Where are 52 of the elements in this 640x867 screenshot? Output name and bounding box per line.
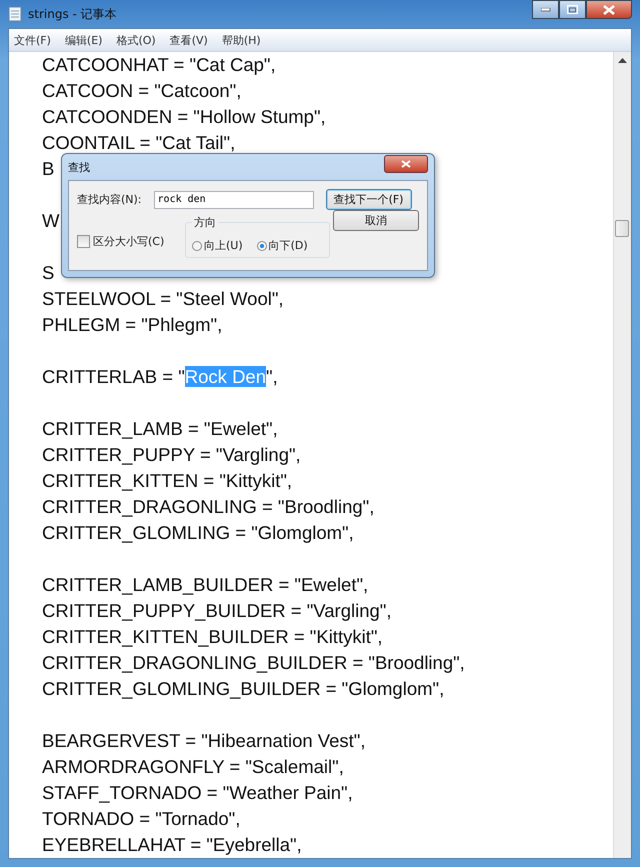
dialog-title: 查找	[68, 160, 90, 174]
close-button[interactable]	[586, 0, 632, 19]
text-line: CRITTER_DRAGONLING_BUILDER = "Broodling",	[42, 651, 465, 675]
text-line: CRITTER_LAMB_BUILDER = "Ewelet",	[42, 573, 368, 597]
text-line: STAFF_TORNADO = "Weather Pain",	[42, 781, 353, 805]
find-next-button[interactable]: 查找下一个(F)	[326, 189, 412, 210]
match-case-checkbox[interactable]: 区分大小写(C)	[77, 234, 185, 249]
scroll-up-icon[interactable]	[618, 58, 627, 63]
radio-button[interactable]: 向下(D)	[256, 238, 308, 253]
close-button[interactable]	[384, 155, 428, 173]
minimize-icon	[540, 8, 550, 12]
text-line: CATCOONDEN = "Hollow Stump",	[42, 105, 326, 129]
text-line: W	[42, 209, 60, 233]
text-line: PHLEGM = "Phlegm",	[42, 313, 222, 337]
text-line: CRITTER_PUPPY = "Vargling",	[42, 443, 301, 467]
minimize-button[interactable]	[532, 0, 559, 19]
window-title: strings - 记事本	[28, 6, 117, 22]
find-field[interactable]: rock den	[154, 190, 314, 208]
text-line: CRITTER_DRAGONLING = "Broodling",	[42, 495, 374, 519]
selected-text: Rock Den	[184, 366, 266, 387]
text-line: EYEBRELLAHAT = "Eyebrella",	[42, 833, 302, 857]
menu-item[interactable]: 查看(V)	[170, 32, 208, 48]
text-line: TORNADO = "Tornado",	[42, 807, 240, 831]
text-line: CATCOONHAT = "Cat Cap",	[42, 53, 276, 77]
close-icon	[401, 160, 411, 168]
text-line: CRITTER_LAMB = "Ewelet",	[42, 417, 278, 441]
scrollbar-thumb[interactable]	[615, 220, 629, 237]
close-icon	[603, 4, 615, 14]
text-line: BEARGERVEST = "Hibearnation Vest",	[42, 729, 366, 753]
menu-item[interactable]: 编辑(E)	[64, 32, 102, 48]
text-line: CRITTER_PUPPY_BUILDER = "Vargling",	[42, 599, 392, 623]
notepad-icon	[8, 6, 22, 22]
text-line: CRITTER_KITTEN_BUILDER = "Kittykit",	[42, 625, 383, 649]
maximize-button[interactable]	[559, 0, 586, 19]
text-line: CRITTERLAB = "Rock Den",	[42, 365, 278, 389]
text-line: S	[42, 261, 54, 285]
text-line: CATCOON = "Catcoon",	[42, 79, 242, 103]
text-line: CRITTER_GLOMLING = "Glomglom",	[42, 521, 354, 545]
text-line: COONTAIL = "Cat Tail",	[42, 131, 236, 155]
radio-button[interactable]: 向上(U)	[192, 238, 243, 253]
maximize-icon	[567, 5, 578, 14]
text-line: CRITTER_GLOMLING_BUILDER = "Glomglom",	[42, 677, 444, 701]
group-label: 方向	[192, 215, 218, 230]
cancel-button[interactable]: 取消	[333, 210, 419, 231]
text-line: CRITTER_KITTEN = "Kittykit",	[42, 469, 292, 493]
menu-item[interactable]: 帮助(H)	[222, 32, 261, 48]
text-line: STEELWOOL = "Steel Wool",	[42, 287, 284, 311]
menu-item[interactable]: 文件(F)	[14, 32, 51, 48]
text-line: B	[42, 157, 54, 181]
text-line: ARMORDRAGONFLY = "Scalemail",	[42, 755, 344, 779]
menu-item[interactable]: 格式(O)	[116, 32, 156, 48]
find-label: 查找内容(N):	[77, 192, 142, 207]
